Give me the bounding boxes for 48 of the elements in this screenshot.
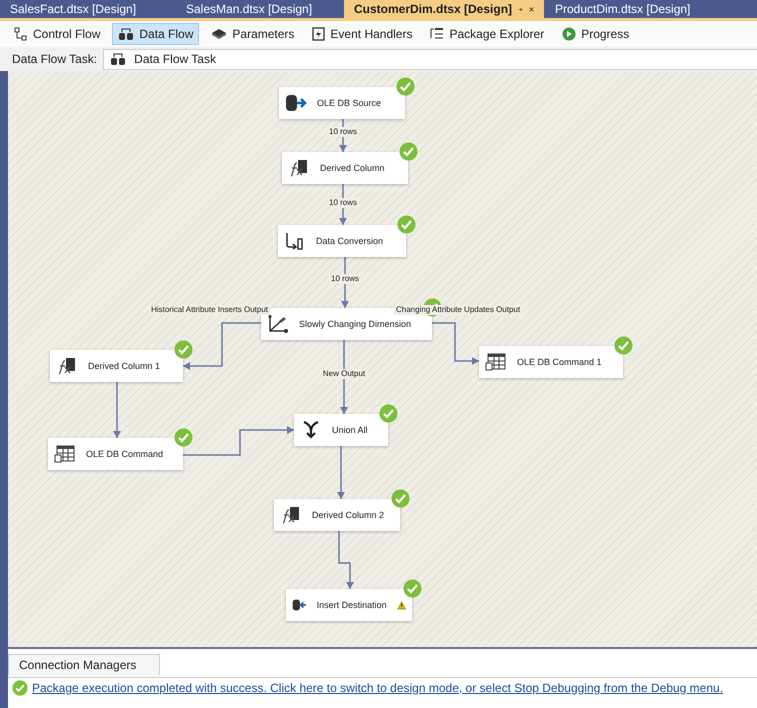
designer-tab[interactable]: Progress [556,23,636,45]
connection-managers-tab[interactable]: Connection Managers [8,654,160,675]
component-box[interactable]: OLE DB Command [48,438,183,470]
designer-tab[interactable]: Parameters [205,23,300,45]
table-grid-icon [485,353,507,371]
connector-label: Historical Attribute Inserts Output [149,305,270,315]
connector-label: Changing Attribute Updates Output [394,305,522,315]
tree-list-icon [430,27,444,41]
play-icon [562,27,576,41]
database-pair-icon [110,52,126,66]
task-label: Data Flow Task: [12,52,98,66]
status-link[interactable]: Package execution completed with success. Click here to switch to design mode, or select Stop Debugging from the Debug menu. [32,681,724,695]
task-dropdown[interactable]: Data Flow Task [103,48,757,70]
connector-arrow[interactable] [183,426,294,456]
formula-icon [280,506,302,524]
connector-arrow[interactable] [183,322,261,370]
connector-arrow[interactable] [337,446,345,499]
event-handler-icon [312,27,326,41]
component-box[interactable]: Derived Column 1 [50,350,183,382]
document-tab[interactable]: CustomerDim.dtsx [Design] [344,0,544,18]
designer-tab[interactable]: Event Handlers [306,23,418,45]
component-box[interactable]: Data Conversion [278,225,406,257]
formula-icon [56,357,78,375]
connector-arrow[interactable] [432,322,479,365]
component-box[interactable]: OLE DB Command 1 [479,346,623,378]
parameters-icon [211,28,228,40]
connector-arrow[interactable] [113,382,121,438]
conversion-icon [284,232,306,250]
connector-label: New Output [320,369,368,379]
connector-label: 10 rows [327,198,359,208]
axes-icon [267,315,289,333]
formula-icon [288,159,310,177]
designer-tab[interactable]: Data Flow [112,23,200,45]
component-box[interactable]: OLE DB Source [279,87,405,119]
database-arrow-icon [285,94,307,112]
connector-label: 10 rows [327,127,359,137]
component-box[interactable]: Derived Column 2 [274,499,400,531]
connector-arrow[interactable] [338,531,354,589]
designer-tab[interactable]: Package Explorer [424,23,550,45]
component-box[interactable]: Union All [294,414,388,446]
component-box[interactable]: Derived Column [282,152,408,184]
database-pair-icon [118,27,134,41]
connector-label: 10 rows [329,274,361,284]
component-box[interactable]: Insert Destination [286,589,412,621]
flowchart-icon [14,27,28,41]
table-grid-icon [54,445,76,463]
close-icon[interactable] [529,4,534,14]
designer-tab[interactable]: Control Flow [8,23,106,45]
